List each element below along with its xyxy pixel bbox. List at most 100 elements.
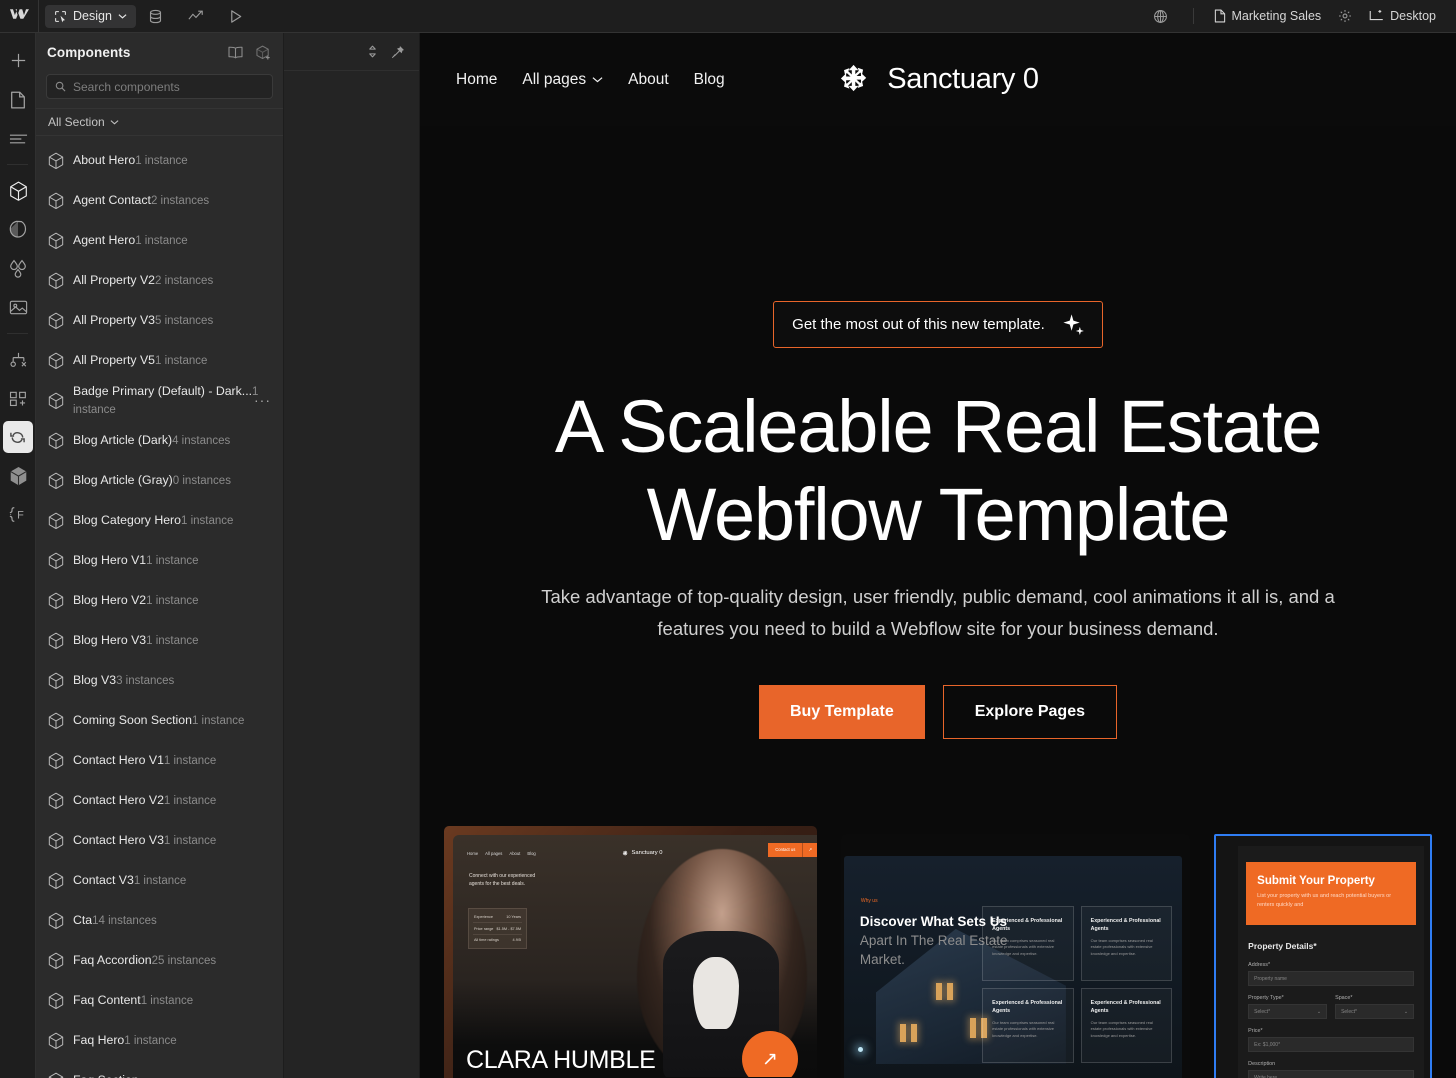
- component-list-item[interactable]: Blog Hero V21 instance: [36, 580, 283, 620]
- feature-cell[interactable]: Experienced & Professional Agents Our te…: [1080, 988, 1173, 1063]
- hero-subtitle-line-1: Take advantage of top-quality design, us…: [541, 586, 1335, 607]
- discover-heading-strong-1: Discover What Sets: [859, 914, 986, 929]
- component-list-item[interactable]: All Property V35 instances: [36, 300, 283, 340]
- search-box[interactable]: [46, 74, 273, 99]
- component-cube-icon: [48, 912, 64, 929]
- window-glow: [935, 983, 942, 1000]
- create-component-icon[interactable]: [252, 41, 274, 63]
- library-book-icon[interactable]: [224, 41, 246, 63]
- stat-row: All time ratings 4.9/5: [473, 935, 522, 945]
- pages-icon[interactable]: [0, 80, 36, 119]
- showcase-card-form[interactable]: thumbnail-image Submit Your Property Lis…: [1214, 834, 1432, 1078]
- property-form[interactable]: Property Details* Address* Property name…: [1238, 925, 1424, 1078]
- component-list-item[interactable]: Blog Hero V31 instance: [36, 620, 283, 660]
- component-list-item[interactable]: Blog Article (Dark)4 instances: [36, 420, 283, 460]
- section-filter-dropdown[interactable]: All Section: [36, 108, 283, 136]
- hero-badge[interactable]: Get the most out of this new template.: [773, 301, 1103, 348]
- showcase-card-discover[interactable]: Why us Discover What Sets Us Apart In Th…: [840, 834, 1191, 1078]
- component-list-item[interactable]: Contact Hero V11 instance: [36, 740, 283, 780]
- component-name: Contact Hero V1: [73, 753, 164, 767]
- preview-icon[interactable]: [216, 0, 256, 33]
- component-list-item[interactable]: Cta14 instances: [36, 900, 283, 940]
- component-list-item[interactable]: Agent Hero1 instance: [36, 220, 283, 260]
- showcase-card-agent[interactable]: Home All pages About Blog Sanctuary 0 Co…: [444, 826, 817, 1078]
- components-icon[interactable]: [0, 171, 36, 210]
- custom-code-icon[interactable]: F: [0, 495, 36, 534]
- component-list-item[interactable]: Coming Soon Section1 instance: [36, 700, 283, 740]
- component-list-item[interactable]: Contact Hero V21 instance: [36, 780, 283, 820]
- chevron-down-icon: [110, 119, 119, 125]
- component-list-item[interactable]: Blog V33 instances: [36, 660, 283, 700]
- agent-card-cta-group[interactable]: Contact us ↗: [768, 843, 817, 857]
- feature-cell[interactable]: Experienced & Professional Agents Our te…: [982, 988, 1074, 1063]
- globe-icon[interactable]: [1141, 0, 1181, 33]
- feature-cell[interactable]: Experienced & Professional Agents Our te…: [982, 906, 1074, 981]
- site-nav-link-blog[interactable]: Blog: [694, 71, 725, 89]
- component-name: Agent Hero: [73, 233, 136, 247]
- agent-card-copy: Connect with our experienced agents for …: [469, 873, 536, 887]
- component-list-item[interactable]: Faq Section: [36, 1060, 283, 1078]
- component-list-item[interactable]: Faq Content1 instance: [36, 980, 283, 1020]
- property-type-select[interactable]: Select* ⌄: [1248, 1004, 1328, 1019]
- stat-value: 4.9/5: [512, 937, 521, 942]
- component-cube-icon: [48, 432, 64, 449]
- analytics-icon[interactable]: [176, 0, 216, 33]
- site-nav-link-home[interactable]: Home: [456, 71, 497, 89]
- price-input[interactable]: Ex: $1,000*: [1248, 1037, 1414, 1052]
- component-list-item[interactable]: Blog Category Hero1 instance: [36, 500, 283, 540]
- navigator-icon[interactable]: [0, 119, 36, 158]
- sort-toggle-icon[interactable]: [362, 42, 382, 62]
- search-input[interactable]: [73, 79, 264, 94]
- site-navbar[interactable]: Home All pages About Blog Sanctuary 0: [420, 33, 1456, 126]
- component-text: All Property V35 instances: [73, 311, 273, 329]
- component-name: Faq Content: [73, 993, 141, 1007]
- feature-cell[interactable]: Experienced & Professional Agents Our te…: [1080, 906, 1173, 981]
- mode-selector[interactable]: Design: [45, 4, 136, 28]
- component-more-icon[interactable]: ···: [254, 392, 273, 408]
- agent-card-brand: Sanctuary 0: [467, 850, 817, 857]
- cms-icon[interactable]: [136, 0, 176, 33]
- component-list-item[interactable]: Blog Article (Gray)0 instances: [36, 460, 283, 500]
- address-input[interactable]: Property name: [1248, 971, 1414, 986]
- description-textarea[interactable]: Write here: [1248, 1070, 1414, 1078]
- nav-label: Home: [456, 70, 498, 88]
- component-list-item[interactable]: Agent Contact2 instances: [36, 180, 283, 220]
- breakpoint-chip[interactable]: Desktop: [1361, 4, 1444, 29]
- assets-image-icon[interactable]: [0, 288, 36, 327]
- apps-grid-icon[interactable]: [0, 379, 36, 418]
- component-list-item[interactable]: Contact Hero V31 instance: [36, 820, 283, 860]
- page-icon: [1214, 9, 1226, 23]
- component-library-icon[interactable]: [0, 456, 36, 495]
- design-canvas[interactable]: Home All pages About Blog Sanctuary 0 Ge…: [420, 33, 1456, 1078]
- component-text: About Hero1 instance: [73, 151, 273, 169]
- variables-icon[interactable]: [0, 249, 36, 288]
- component-list-item[interactable]: All Property V51 instance: [36, 340, 283, 380]
- component-list-item[interactable]: Faq Hero1 instance: [36, 1020, 283, 1060]
- site-nav-link-about[interactable]: About: [628, 71, 669, 89]
- component-list-item[interactable]: Badge Primary (Default) - Dark...1 insta…: [36, 380, 283, 420]
- add-elements-icon[interactable]: [0, 41, 36, 80]
- webflow-logo-icon[interactable]: [0, 0, 38, 33]
- component-list-item[interactable]: All Property V22 instances: [36, 260, 283, 300]
- pin-icon[interactable]: [388, 42, 408, 62]
- component-instance-count: 5 instances: [155, 315, 214, 327]
- component-name: Blog Hero V3: [73, 633, 147, 647]
- component-list-item[interactable]: Contact V31 instance: [36, 860, 283, 900]
- page-chip[interactable]: Marketing Sales: [1206, 4, 1330, 29]
- site-nav-link-all-pages[interactable]: All pages: [522, 71, 603, 89]
- secondary-panel: [284, 33, 420, 1078]
- paint-icon[interactable]: [0, 210, 36, 249]
- logic-icon[interactable]: [0, 340, 36, 379]
- gear-icon[interactable]: [1331, 0, 1359, 33]
- svg-text:F: F: [17, 510, 24, 522]
- space-select[interactable]: Select* ⌄: [1335, 1004, 1415, 1019]
- component-name: Contact Hero V3: [73, 833, 164, 847]
- component-instance-count: 2 instances: [155, 275, 214, 287]
- component-list-item[interactable]: Blog Hero V11 instance: [36, 540, 283, 580]
- component-list-item[interactable]: About Hero1 instance: [36, 140, 283, 180]
- component-list-item[interactable]: Faq Accordion25 instances: [36, 940, 283, 980]
- components-list[interactable]: About Hero1 instance Agent Contact2 insta…: [36, 136, 283, 1078]
- explore-pages-button[interactable]: Explore Pages: [942, 685, 1117, 739]
- interactions-icon[interactable]: [2, 421, 33, 453]
- buy-template-button[interactable]: Buy Template: [758, 685, 925, 739]
